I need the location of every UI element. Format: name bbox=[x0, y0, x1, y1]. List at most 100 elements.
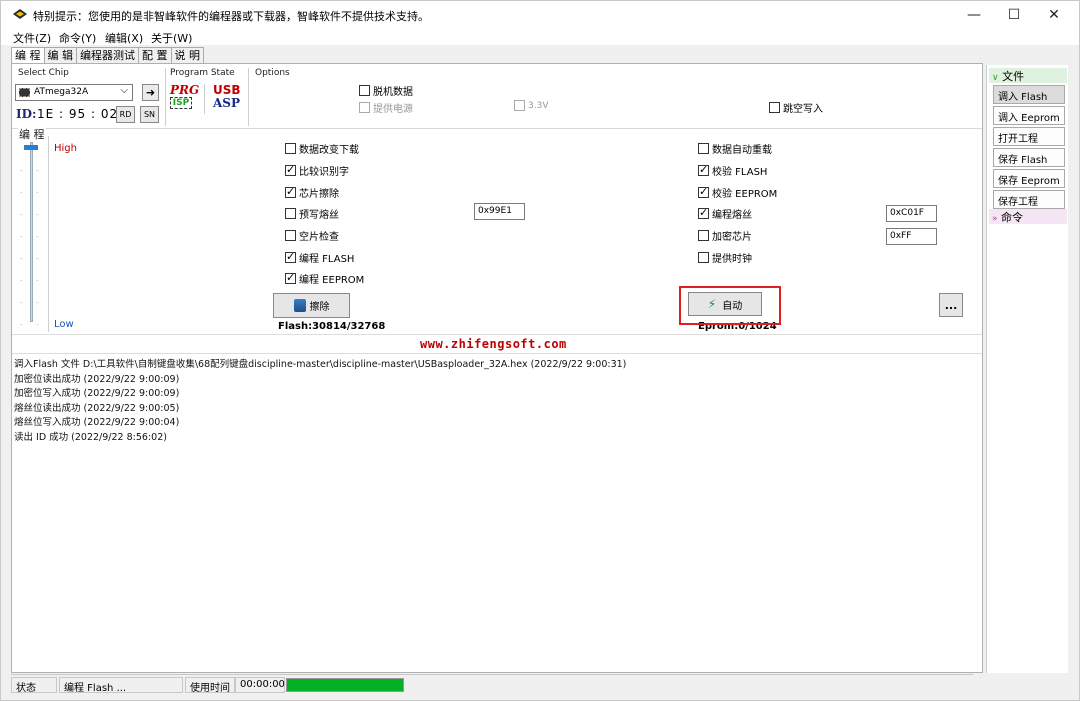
tab-programmer-test[interactable]: 编程器测试 bbox=[76, 47, 139, 63]
log-area[interactable]: 调入Flash 文件 D:\工具软件\自制键盘收集\68配列键盘discipli… bbox=[14, 358, 980, 446]
divider bbox=[48, 136, 49, 332]
erase-button-label: 擦除 bbox=[309, 302, 330, 313]
flash-status: Flash:30814/32768 bbox=[278, 321, 386, 332]
menu-edit[interactable]: 编辑(X) bbox=[105, 30, 143, 46]
chevron-down-icon: ⌵ bbox=[120, 85, 128, 96]
chevron-down-icon: ∨ bbox=[992, 73, 999, 83]
verify-flash-checkbox[interactable]: 校验 FLASH bbox=[698, 163, 767, 178]
more-button[interactable]: ... bbox=[939, 293, 963, 317]
verify-eeprom-checkbox[interactable]: 校验 EEPROM bbox=[698, 185, 777, 200]
sidebar-item-load-flash[interactable]: 调入 Flash bbox=[993, 85, 1065, 104]
tab-help[interactable]: 说 明 bbox=[170, 47, 204, 63]
program-eeprom-checkbox[interactable]: 编程 EEPROM bbox=[285, 271, 364, 286]
usb-asp-icon: USB ASP bbox=[213, 84, 243, 114]
sidebar-item-save-flash[interactable]: 保存 Flash bbox=[993, 148, 1065, 167]
close-icon[interactable]: ✕ bbox=[1031, 1, 1077, 29]
tab-edit[interactable]: 编 辑 bbox=[43, 47, 77, 63]
compare-signature-checkbox[interactable]: 比较识别字 bbox=[285, 163, 349, 178]
rd-button[interactable]: RD bbox=[116, 106, 135, 123]
speed-high-label: High bbox=[54, 143, 77, 154]
log-line: 读出 ID 成功 (2022/9/22 8:56:02) bbox=[14, 431, 167, 443]
checkbox-label: 跳空写入 bbox=[783, 104, 823, 115]
fuse-value-input[interactable]: 0xC01F bbox=[886, 205, 937, 222]
sidebar-item-load-eeprom[interactable]: 调入 Eeprom bbox=[993, 106, 1065, 125]
program-panel: Select Chip ATmega32A ⌵ ➜ ID: 1E : 95 : … bbox=[11, 63, 983, 673]
sidebar-file-header[interactable]: ∨ 文件 bbox=[989, 68, 1067, 83]
isp-text: ISP bbox=[170, 97, 192, 109]
time-label: 使用时间 bbox=[185, 677, 235, 694]
skip-empty-checkbox[interactable]: 跳空写入 bbox=[769, 100, 823, 115]
trash-icon bbox=[293, 299, 306, 312]
checkbox-box bbox=[514, 100, 525, 111]
sidebar-header-label: 文件 bbox=[1002, 70, 1025, 83]
checkbox-label: 脱机数据 bbox=[373, 87, 413, 98]
blank-check-checkbox[interactable]: 空片检查 bbox=[285, 228, 339, 243]
website-url[interactable]: www.zhifengsoft.com bbox=[420, 337, 567, 351]
checkbox-label: 校验 EEPROM bbox=[712, 189, 778, 200]
sidebar-command-header[interactable]: » 命令 bbox=[989, 209, 1067, 224]
checkbox-label: 数据改变下载 bbox=[299, 145, 359, 156]
sidebar-header-label: 命令 bbox=[1001, 211, 1024, 224]
select-chip-label: Select Chip bbox=[18, 68, 69, 78]
tab-program[interactable]: 编 程 bbox=[11, 47, 45, 63]
checkbox-label: 3.3V bbox=[528, 100, 549, 111]
sn-button[interactable]: SN bbox=[140, 106, 159, 123]
chip-erase-checkbox[interactable]: 芯片擦除 bbox=[285, 185, 339, 200]
chevron-right-icon: » bbox=[992, 214, 998, 224]
log-line: 加密位读出成功 (2022/9/22 9:00:09) bbox=[14, 373, 180, 385]
tab-config[interactable]: 配 置 bbox=[138, 47, 172, 63]
checkbox-label: 空片检查 bbox=[299, 232, 339, 243]
sidebar-item-save-project[interactable]: 保存工程 bbox=[993, 190, 1065, 209]
divider bbox=[165, 68, 166, 126]
checkbox-box bbox=[285, 230, 296, 241]
offline-data-checkbox[interactable]: 脱机数据 bbox=[359, 83, 413, 98]
checkbox-box bbox=[698, 185, 709, 198]
checkbox-box bbox=[285, 163, 296, 176]
menu-command[interactable]: 命令(Y) bbox=[59, 30, 96, 46]
sidebar: ∨ 文件 调入 Flash 调入 Eeprom 打开工程 保存 Flash 保存… bbox=[986, 65, 1068, 673]
checkbox-label: 数据自动重载 bbox=[712, 145, 772, 156]
speed-slider-thumb[interactable] bbox=[24, 145, 38, 150]
program-state-label: Program State bbox=[170, 68, 235, 78]
progress-fill bbox=[287, 679, 403, 691]
provide-clock-checkbox[interactable]: 提供时钟 bbox=[698, 250, 752, 265]
usb-text: USB bbox=[213, 83, 241, 97]
highlight-annotation bbox=[679, 286, 781, 325]
menu-about[interactable]: 关于(W) bbox=[151, 30, 192, 46]
arrow-right-icon[interactable]: ➜ bbox=[142, 84, 159, 101]
checkbox-label: 提供电源 bbox=[373, 104, 413, 115]
program-flash-checkbox[interactable]: 编程 FLASH bbox=[285, 250, 354, 265]
supply-power-checkbox[interactable]: 提供电源 bbox=[359, 100, 413, 115]
prewrite-fuse-checkbox[interactable]: 预写熔丝 bbox=[285, 206, 339, 221]
checkbox-label: 比较识别字 bbox=[299, 167, 349, 178]
divider bbox=[204, 84, 205, 114]
url-bar: www.zhifengsoft.com bbox=[12, 334, 982, 354]
prg-text: PRG bbox=[170, 83, 200, 97]
data-change-download-checkbox[interactable]: 数据改变下载 bbox=[285, 141, 359, 156]
checkbox-label: 编程 EEPROM bbox=[299, 275, 365, 286]
checkbox-box bbox=[285, 250, 296, 263]
speed-slider-track[interactable] bbox=[30, 142, 33, 322]
sidebar-item-open-project[interactable]: 打开工程 bbox=[993, 127, 1065, 146]
checkbox-box bbox=[285, 185, 296, 198]
sidebar-item-save-eeprom[interactable]: 保存 Eeprom bbox=[993, 169, 1065, 188]
status-bar: 状态 编程 Flash ... 使用时间 00:00:00 bbox=[11, 674, 973, 694]
lock-chip-checkbox[interactable]: 加密芯片 bbox=[698, 228, 752, 243]
status-value: 编程 Flash ... bbox=[59, 677, 183, 694]
checkbox-label: 预写熔丝 bbox=[299, 210, 339, 221]
program-fuse-checkbox[interactable]: 编程熔丝 bbox=[698, 206, 752, 221]
auto-reload-checkbox[interactable]: 数据自动重载 bbox=[698, 141, 772, 156]
checkbox-label: 编程 FLASH bbox=[299, 254, 355, 265]
checkbox-box bbox=[285, 143, 296, 154]
lock-value-input[interactable]: 0xFF bbox=[886, 228, 937, 245]
checkbox-box bbox=[698, 163, 709, 176]
erase-button[interactable]: 擦除 bbox=[273, 293, 350, 318]
chip-icon bbox=[19, 88, 30, 97]
v33-checkbox[interactable]: 3.3V bbox=[514, 100, 548, 111]
checkbox-label: 芯片擦除 bbox=[299, 189, 339, 200]
prewrite-fuse-input[interactable]: 0x99E1 bbox=[474, 203, 525, 220]
checkbox-label: 编程熔丝 bbox=[712, 210, 752, 221]
program-group-label: 编 程 bbox=[18, 126, 46, 142]
chip-select[interactable]: ATmega32A ⌵ bbox=[15, 84, 133, 101]
menu-file[interactable]: 文件(Z) bbox=[13, 30, 51, 46]
